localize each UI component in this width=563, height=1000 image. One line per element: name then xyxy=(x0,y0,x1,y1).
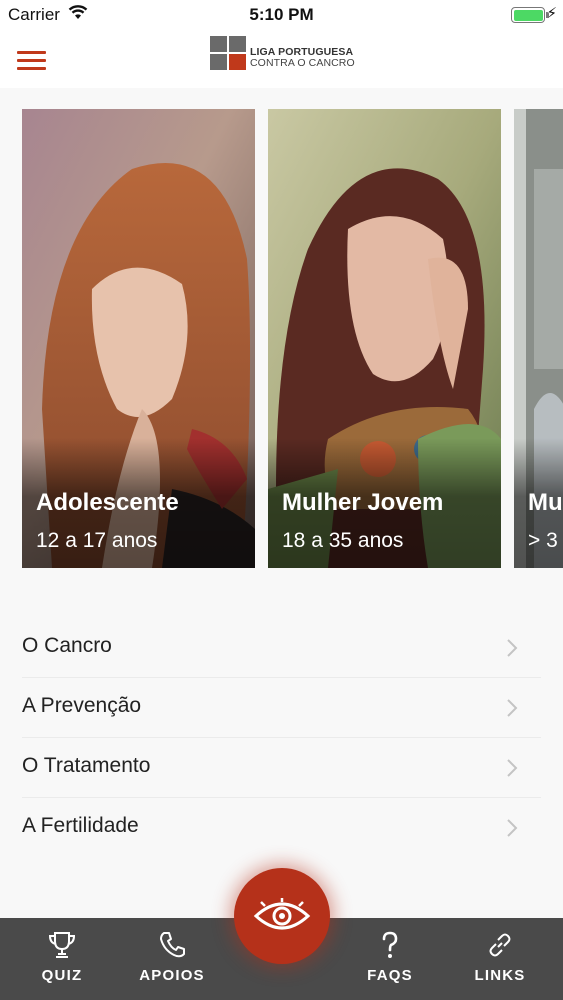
chevron-right-icon xyxy=(507,639,518,657)
profile-title: Mu xyxy=(528,489,563,516)
phone-icon xyxy=(160,932,185,958)
main-content: Adolescente 12 a 17 anos Mulher Jovem 18… xyxy=(0,88,563,918)
profile-age-range: 18 a 35 anos xyxy=(282,529,404,552)
tab-label: APOIOS xyxy=(139,967,205,984)
menu-item-label: O Cancro xyxy=(22,634,112,657)
hamburger-icon[interactable] xyxy=(17,51,46,70)
menu-item-label: A Fertilidade xyxy=(22,814,139,837)
profile-card-mulher-jovem[interactable]: Mulher Jovem 18 a 35 anos xyxy=(268,109,501,568)
profile-age-range: 12 a 17 anos xyxy=(36,529,158,552)
charging-bolt-icon: ⚡ xyxy=(546,5,557,22)
tab-links[interactable]: LINKS xyxy=(460,918,540,1000)
tab-quiz[interactable]: QUIZ xyxy=(22,918,102,1000)
profile-card-adolescente[interactable]: Adolescente 12 a 17 anos xyxy=(22,109,255,568)
trophy-icon xyxy=(48,932,76,958)
eye-center-button[interactable] xyxy=(234,868,330,964)
tab-label: FAQS xyxy=(367,967,413,984)
status-bar: Carrier 5:10 PM ⚡ xyxy=(0,0,563,30)
tab-faqs[interactable]: FAQS xyxy=(350,918,430,1000)
menu-item-o-cancro[interactable]: O Cancro xyxy=(22,618,541,678)
tab-label: LINKS xyxy=(474,967,526,984)
topics-list: O Cancro A Prevenção O Tratamento A Fert… xyxy=(22,618,541,858)
menu-item-a-fertilidade[interactable]: A Fertilidade xyxy=(22,798,541,858)
clock: 5:10 PM xyxy=(249,5,314,24)
menu-item-label: A Prevenção xyxy=(22,694,142,717)
eye-icon xyxy=(253,898,311,930)
chevron-right-icon xyxy=(507,819,518,837)
logo-line2: CONTRA O CANCRO xyxy=(250,57,355,69)
lpcc-logo: LIGA PORTUGUESA CONTRA O CANCRO xyxy=(210,36,370,72)
link-icon xyxy=(489,933,511,957)
profile-carousel[interactable]: Adolescente 12 a 17 anos Mulher Jovem 18… xyxy=(22,109,563,568)
profile-title: Mulher Jovem xyxy=(282,489,444,516)
profile-title: Adolescente xyxy=(36,489,179,516)
logo-mark xyxy=(210,36,248,72)
menu-item-label: O Tratamento xyxy=(22,754,151,777)
profile-card-mulher[interactable]: Mu > 3 xyxy=(514,109,563,568)
battery-icon xyxy=(511,7,549,23)
chevron-right-icon xyxy=(507,699,518,717)
tab-apoios[interactable]: APOIOS xyxy=(132,918,212,1000)
header: LIGA PORTUGUESA CONTRA O CANCRO xyxy=(0,30,563,86)
tab-label: QUIZ xyxy=(41,967,83,984)
menu-item-a-prevencao[interactable]: A Prevenção xyxy=(22,678,541,738)
chevron-right-icon xyxy=(507,759,518,777)
menu-item-o-tratamento[interactable]: O Tratamento xyxy=(22,738,541,798)
profile-age-range: > 3 xyxy=(528,529,558,552)
question-icon xyxy=(382,931,398,958)
